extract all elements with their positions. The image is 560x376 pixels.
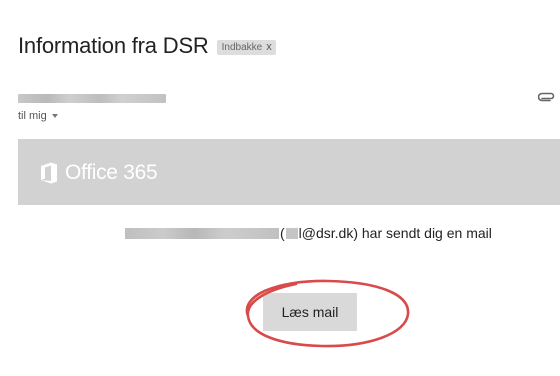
email-view: Information fra DSR Indbakke x til mig O…: [0, 0, 560, 376]
inbox-label[interactable]: Indbakke x: [216, 39, 276, 55]
sender-name-redacted: [18, 94, 166, 103]
open-paren: (: [280, 225, 285, 241]
remove-label-button[interactable]: x: [266, 41, 272, 54]
read-mail-button[interactable]: Læs mail: [263, 293, 357, 331]
subject-row: Information fra DSR Indbakke x: [18, 33, 276, 59]
office-logo: Office 365: [40, 161, 158, 185]
sender-message: ( l@dsr.dk) har sendt dig en mail: [125, 225, 492, 241]
office-logo-text: Office 365: [65, 161, 158, 184]
office-logo-icon: [41, 162, 57, 184]
inbox-label-text: Indbakke: [221, 41, 263, 53]
sender-fullname-redacted: [125, 227, 279, 239]
office-banner: Office 365: [18, 139, 560, 205]
recipient-toggle[interactable]: til mig: [18, 110, 58, 122]
email-user-redacted: [285, 227, 298, 239]
email-subject: Information fra DSR: [18, 33, 209, 58]
paperclip-icon: [538, 92, 555, 102]
chevron-down-icon: [51, 114, 58, 118]
recipient-text: til mig: [18, 110, 47, 122]
sender-email-message: l@dsr.dk) har sendt dig en mail: [298, 225, 492, 241]
